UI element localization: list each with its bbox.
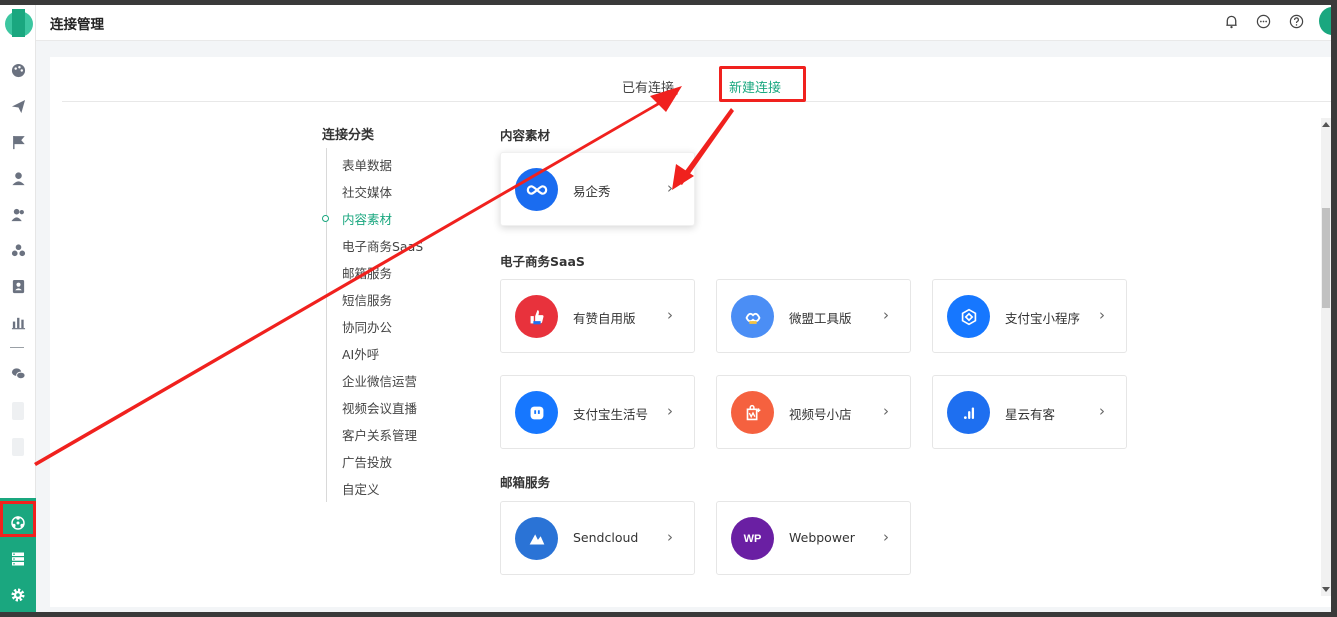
category-item[interactable]: AI外呼 — [342, 344, 423, 371]
active-category-dot — [322, 215, 329, 222]
category-item[interactable]: 社交媒体 — [342, 182, 423, 209]
category-item[interactable]: 电子商务SaaS — [342, 236, 423, 263]
chevron-right-icon: › — [667, 528, 673, 546]
connector-label: 星云有客 — [1005, 407, 1056, 422]
chevron-right-icon: › — [883, 528, 889, 546]
scrollbar[interactable] — [1321, 118, 1331, 596]
tab-existing-connections[interactable]: 已有连接 — [622, 77, 674, 96]
top-header: 连接管理 — [36, 5, 1331, 41]
alipay-miniapp-icon — [947, 295, 990, 338]
tabs-divider — [62, 101, 1331, 102]
placeholder-icon — [12, 438, 24, 456]
connector-label: 支付宝小程序 — [1005, 311, 1081, 326]
dashboard-icon[interactable] — [0, 55, 36, 85]
avatar[interactable] — [1319, 7, 1331, 35]
chevron-right-icon: › — [667, 179, 673, 197]
scroll-down-icon[interactable] — [1322, 587, 1330, 592]
category-list: 表单数据 社交媒体 内容素材 电子商务SaaS 邮箱服务 短信服务 协同办公 A… — [342, 155, 423, 506]
sendcloud-icon — [515, 517, 558, 560]
connector-label: 支付宝生活号 — [573, 407, 649, 422]
connector-card[interactable]: 易企秀 › — [500, 152, 695, 226]
category-item[interactable]: 表单数据 — [342, 155, 423, 182]
message-icon[interactable] — [1254, 12, 1272, 30]
weimob-icon — [731, 295, 774, 338]
placeholder-icon — [12, 402, 24, 420]
connector-card[interactable]: 有赞自用版 › — [500, 279, 695, 353]
shop-bag-icon — [731, 391, 774, 434]
app-logo[interactable] — [5, 9, 33, 37]
page-title: 连接管理 — [50, 17, 104, 33]
bell-icon[interactable] — [1222, 12, 1240, 30]
contact-card-icon[interactable] — [0, 271, 36, 301]
thumbs-up-icon — [515, 295, 558, 338]
category-item[interactable]: 邮箱服务 — [342, 263, 423, 290]
help-icon[interactable] — [1287, 12, 1305, 30]
connector-card[interactable]: 星云有客 › — [932, 375, 1127, 449]
connector-label: Sendcloud — [573, 530, 639, 545]
server-icon[interactable] — [0, 544, 36, 574]
infinity-icon — [515, 168, 558, 211]
category-title: 连接分类 — [322, 128, 375, 143]
category-item-active[interactable]: 内容素材 — [342, 209, 423, 236]
group-icon[interactable] — [0, 235, 36, 265]
sidebar — [0, 5, 36, 612]
category-item[interactable]: 短信服务 — [342, 290, 423, 317]
chevron-right-icon: › — [1099, 402, 1105, 420]
connector-label: 视频号小店 — [789, 407, 852, 422]
analytics-icon[interactable] — [0, 307, 36, 337]
chevron-right-icon: › — [667, 402, 673, 420]
chevron-right-icon: › — [883, 306, 889, 324]
gear-icon[interactable] — [0, 580, 36, 610]
connector-label: 有赞自用版 — [573, 311, 636, 326]
annotation-highlight-sidebar — [0, 501, 36, 537]
category-item[interactable]: 自定义 — [342, 479, 423, 506]
flag-icon[interactable] — [0, 127, 36, 157]
bar-chart-icon — [947, 391, 990, 434]
category-line — [326, 148, 327, 502]
section-title-email: 邮箱服务 — [500, 475, 551, 490]
chevron-right-icon: › — [1099, 306, 1105, 324]
connector-label: 易企秀 — [573, 184, 611, 199]
wp-glyph: WP — [743, 532, 762, 545]
wechat-icon[interactable] — [0, 358, 36, 388]
category-item[interactable]: 广告投放 — [342, 452, 423, 479]
section-title-content: 内容素材 — [500, 128, 551, 143]
users-icon[interactable] — [0, 199, 36, 229]
user-icon[interactable] — [0, 163, 36, 193]
connector-label: Webpower — [789, 530, 855, 545]
send-icon[interactable] — [0, 91, 36, 121]
chat-face-icon — [515, 391, 558, 434]
content-panel: 已有连接 新建连接 连接分类 表单数据 社交媒体 内容素材 电子商务SaaS 邮… — [50, 57, 1331, 607]
app-window: 连接管理 已有连接 新建连接 连接分类 表单数据 社交媒体 内容素材 电子商务S… — [0, 5, 1331, 612]
chevron-right-icon: › — [883, 402, 889, 420]
connector-card[interactable]: Sendcloud › — [500, 501, 695, 575]
connector-card[interactable]: 微盟工具版 › — [716, 279, 911, 353]
connector-label: 微盟工具版 — [789, 311, 852, 326]
category-item[interactable]: 视频会议直播 — [342, 398, 423, 425]
section-title-ecommerce: 电子商务SaaS — [500, 254, 585, 269]
connector-card[interactable]: WP Webpower › — [716, 501, 911, 575]
category-item[interactable]: 协同办公 — [342, 317, 423, 344]
category-item[interactable]: 客户关系管理 — [342, 425, 423, 452]
category-item[interactable]: 企业微信运营 — [342, 371, 423, 398]
connector-card[interactable]: 支付宝小程序 › — [932, 279, 1127, 353]
sidebar-divider — [10, 347, 24, 348]
chevron-right-icon: › — [667, 306, 673, 324]
connector-card[interactable]: 视频号小店 › — [716, 375, 911, 449]
scroll-thumb[interactable] — [1322, 208, 1330, 308]
connector-card[interactable]: 支付宝生活号 › — [500, 375, 695, 449]
wp-icon: WP — [731, 517, 774, 560]
annotation-highlight-tab — [719, 66, 806, 102]
scroll-up-icon[interactable] — [1322, 122, 1330, 127]
